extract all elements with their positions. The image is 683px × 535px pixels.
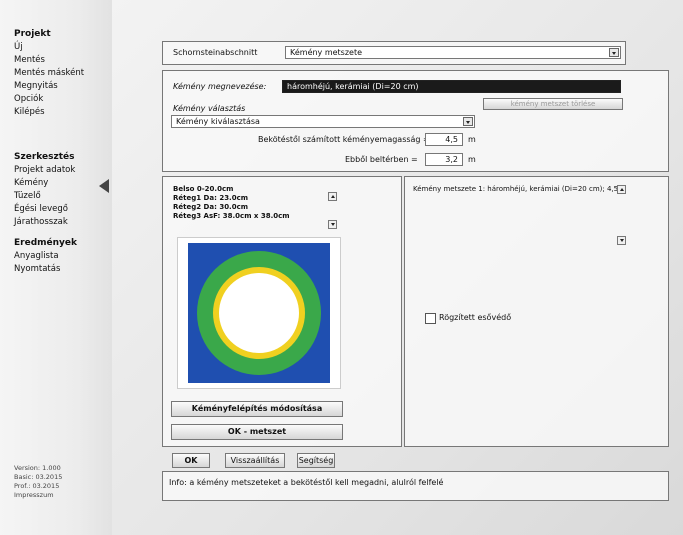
layer-scroll-down-icon[interactable] xyxy=(328,220,337,229)
sidebar-group-eredmenyek: Eredmények Anyaglista Nyomtatás xyxy=(14,237,77,276)
section-summary-panel: Kémény metszete 1: háromhéjú, kerámiai (… xyxy=(404,176,669,447)
layer-panel: Belso 0-20.0cm Réteg1 Da: 23.0cm Réteg2 … xyxy=(162,176,402,447)
cross-section-svg xyxy=(188,243,330,383)
inside-label: Ebből beltérben = xyxy=(345,155,418,164)
section-dropdown-value: Kémény metszete xyxy=(290,48,363,57)
sidebar-item-projekt-adatok[interactable]: Projekt adatok xyxy=(14,164,75,177)
info-text: Info: a kémény metszeteket a bekötéstől … xyxy=(169,478,444,487)
ok-button[interactable]: OK xyxy=(172,453,210,468)
version-text: Version: 1.000 xyxy=(14,464,61,472)
active-item-arrow-icon xyxy=(99,179,109,193)
section-summary-text: Kémény metszete 1: háromhéjú, kerámiai (… xyxy=(413,185,625,193)
sidebar-heading-szerkesztes: Szerkesztés xyxy=(14,152,75,162)
sidebar-item-jarathosszak[interactable]: Járathosszak xyxy=(14,216,75,229)
height-unit: m xyxy=(468,135,476,144)
info-bar: Info: a kémény metszeteket a bekötéstől … xyxy=(162,471,669,501)
sidebar-item-anyaglista[interactable]: Anyaglista xyxy=(14,250,77,263)
rain-cap-checkbox[interactable] xyxy=(425,313,436,324)
inside-input[interactable]: 3,2 xyxy=(425,153,463,166)
sidebar-item-nyomtatas[interactable]: Nyomtatás xyxy=(14,263,77,276)
reset-button[interactable]: Visszaállítás xyxy=(225,453,285,468)
layer-item[interactable]: Réteg1 Da: 23.0cm xyxy=(173,194,290,203)
sidebar-item-uj[interactable]: Új xyxy=(14,41,84,54)
sidebar-item-kilepes[interactable]: Kilépés xyxy=(14,106,84,119)
sidebar-item-egesi-levego[interactable]: Égési levegő xyxy=(14,203,75,216)
sidebar-heading-projekt: Projekt xyxy=(14,29,51,39)
sidebar-footer: Version: 1.000 Basic: 03.2015 Prof.: 03.… xyxy=(14,464,62,500)
layer-item[interactable]: Réteg3 AsF: 38.0cm x 38.0cm xyxy=(173,212,290,221)
chevron-down-icon[interactable] xyxy=(463,117,473,126)
rain-cap-label: Rögzített esővédő xyxy=(439,313,512,322)
main-area: Schornsteinabschnitt Kémény metszete Kém… xyxy=(112,0,683,535)
sidebar-item-opciok[interactable]: Opciók xyxy=(14,93,84,106)
sidebar-group-szerkesztes: Szerkesztés Projekt adatok Kémény Tüzelő… xyxy=(14,151,75,229)
flue-shape xyxy=(219,273,299,353)
summary-scroll-down-icon[interactable] xyxy=(617,236,626,245)
section-dropdown[interactable]: Kémény metszete xyxy=(285,46,621,59)
layer-scroll-up-icon[interactable] xyxy=(328,192,337,201)
chimney-settings-box: Kémény megnevezése: háromhéjú, kerámiai … xyxy=(162,70,669,172)
layer-item[interactable]: Belso 0-20.0cm xyxy=(173,185,290,194)
delete-section-button[interactable]: kémény metszet törlése xyxy=(483,98,623,110)
sidebar-item-kemeny[interactable]: Kémény xyxy=(14,177,75,190)
chimney-name-label: Kémény megnevezése: xyxy=(173,82,267,91)
basic-version-text: Basic: 03.2015 xyxy=(14,473,63,481)
sidebar-item-tuzelo[interactable]: Tüzelő xyxy=(14,190,75,203)
sidebar-item-mentes[interactable]: Mentés xyxy=(14,54,84,67)
chimney-select-label: Kémény választás xyxy=(173,104,246,113)
layer-item[interactable]: Réteg2 Da: 30.0cm xyxy=(173,203,290,212)
sidebar-item-megnyitas[interactable]: Megnyitás xyxy=(14,80,84,93)
chimney-cross-section-drawing xyxy=(177,237,341,389)
inside-unit: m xyxy=(468,155,476,164)
height-input[interactable]: 4,5 xyxy=(425,133,463,146)
chevron-down-icon[interactable] xyxy=(609,48,619,57)
sidebar: Projekt Új Mentés Mentés másként Megnyit… xyxy=(0,0,112,535)
modify-structure-button[interactable]: Kéményfelépítés módosítása xyxy=(171,401,343,417)
section-label: Schornsteinabschnitt xyxy=(173,48,258,57)
chimney-select-dropdown[interactable]: Kémény kiválasztása xyxy=(171,115,475,128)
ok-section-button[interactable]: OK - metszet xyxy=(171,424,343,440)
impresszum-link[interactable]: Impresszum xyxy=(14,491,62,500)
section-selector-box: Schornsteinabschnitt Kémény metszete xyxy=(162,41,626,65)
layer-list[interactable]: Belso 0-20.0cm Réteg1 Da: 23.0cm Réteg2 … xyxy=(173,185,290,221)
chimney-select-value: Kémény kiválasztása xyxy=(176,117,260,126)
help-button[interactable]: Segítség xyxy=(297,453,335,468)
chimney-name-input[interactable]: háromhéjú, kerámiai (Di=20 cm) xyxy=(282,80,621,93)
height-label: Bekötéstől számított kéményemagasság = xyxy=(258,135,430,144)
summary-scroll-up-icon[interactable] xyxy=(617,185,626,194)
sidebar-item-mentes-maskent[interactable]: Mentés másként xyxy=(14,67,84,80)
prof-version-text: Prof.: 03.2015 xyxy=(14,482,60,490)
sidebar-group-projekt: Projekt Új Mentés Mentés másként Megnyit… xyxy=(14,28,84,119)
sidebar-heading-eredmenyek: Eredmények xyxy=(14,238,77,248)
